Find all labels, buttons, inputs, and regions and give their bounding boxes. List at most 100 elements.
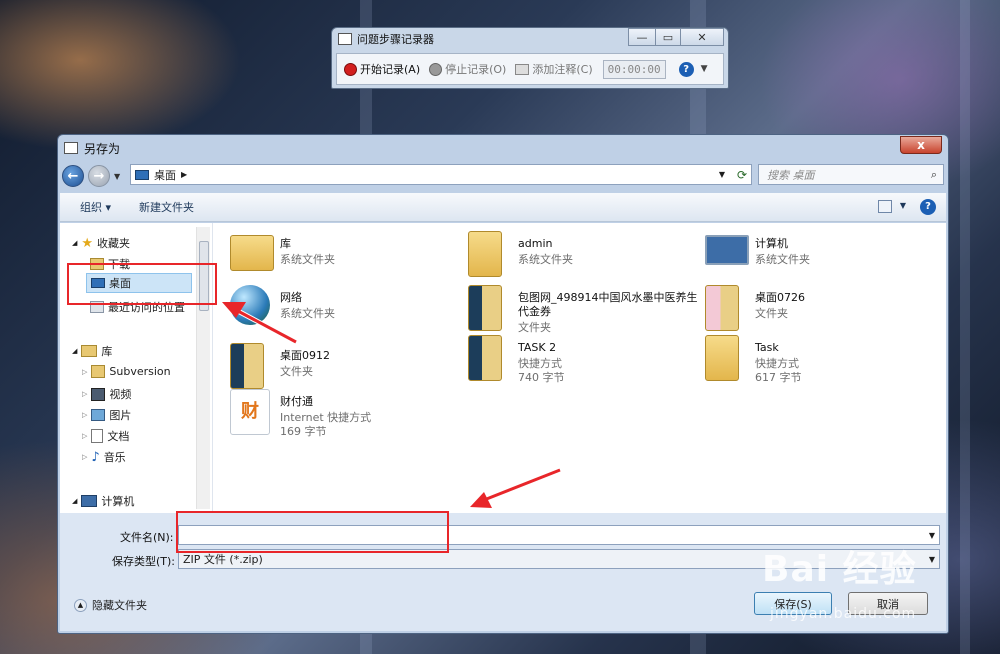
tree-item-favorites[interactable]: ◢ ★ 收藏夹: [72, 235, 130, 251]
computer-label: 计算机: [101, 495, 135, 508]
file-item[interactable]: TASK 2 快捷方式 740 字节: [468, 335, 698, 387]
folder-icon: [468, 285, 502, 331]
pictures-icon: [91, 409, 106, 421]
search-input[interactable]: 搜索 桌面 ⌕: [758, 164, 944, 185]
view-dropdown-icon[interactable]: ▼: [900, 201, 906, 210]
add-comment-button[interactable]: 添加注释(C): [512, 61, 595, 77]
minimize-button[interactable]: —: [628, 28, 656, 46]
address-dropdown-icon[interactable]: ▼: [719, 170, 725, 179]
tree-item-subversion[interactable]: ▷ Subversion: [82, 365, 171, 378]
file-type: 系统文件夹: [280, 253, 335, 266]
shortcut-folder-icon: [468, 335, 502, 381]
tree-item-documents[interactable]: ▷ 文档: [82, 428, 129, 444]
filename-dropdown-icon[interactable]: ▼: [929, 531, 935, 540]
start-record-button[interactable]: 开始记录(A): [341, 61, 423, 77]
baidu-watermark-url: jingyan.baidu.com: [770, 606, 917, 622]
breadcrumb-arrow-icon[interactable]: ▶: [181, 170, 187, 179]
user-folder-icon: [468, 231, 502, 277]
libraries-label: 库: [101, 345, 113, 358]
help-icon[interactable]: ?: [678, 61, 694, 77]
highlight-filename: [176, 511, 449, 553]
file-item[interactable]: 计算机 系统文件夹: [705, 231, 935, 283]
music-icon: ♪: [91, 449, 100, 465]
tree-item-videos[interactable]: ▷ 视频: [82, 386, 131, 402]
stop-record-label: 停止记录(O): [445, 63, 507, 76]
back-button[interactable]: ←: [62, 165, 84, 187]
documents-label: 文档: [107, 430, 130, 443]
organize-menu[interactable]: 组织 ▾: [80, 199, 111, 215]
annotation-text: 选择保存路径: [568, 460, 676, 481]
dialog-titlebar: 另存为: [58, 135, 948, 161]
file-type: 系统文件夹: [518, 253, 573, 266]
filetype-dropdown-icon[interactable]: ▼: [929, 555, 935, 564]
search-icon[interactable]: ⌕: [931, 168, 937, 182]
dialog-close-button[interactable]: x: [900, 136, 942, 154]
file-type: 快捷方式: [518, 357, 562, 370]
music-label: 音乐: [103, 451, 126, 464]
videos-label: 视频: [109, 388, 132, 401]
back-arrow-icon: ←: [67, 168, 79, 184]
file-item[interactable]: 网络 系统文件夹: [230, 285, 460, 337]
tree-item-pictures[interactable]: ▷ 图片: [82, 407, 131, 423]
recorder-toolbar: 开始记录(A) 停止记录(O) 添加注释(C) 00:00:00 ? ▼: [336, 53, 724, 85]
comment-icon: [515, 63, 530, 75]
file-type: 文件夹: [755, 307, 788, 320]
command-toolbar: 组织 ▾ 新建文件夹 ▼ ?: [60, 193, 946, 222]
file-item[interactable]: Task 快捷方式 617 字节: [705, 335, 935, 387]
tree-item-music[interactable]: ▷ ♪ 音乐: [82, 449, 126, 465]
highlight-desktop: [67, 263, 217, 305]
videos-icon: [91, 387, 106, 401]
hide-folders-label: 隐藏文件夹: [92, 599, 147, 612]
file-size: 617 字节: [755, 371, 802, 384]
record-icon: [344, 62, 357, 76]
file-type: 文件夹: [280, 365, 313, 378]
file-item[interactable]: 财 财付通 Internet 快捷方式 169 字节: [230, 389, 460, 441]
file-item[interactable]: 桌面0912 文件夹: [230, 343, 460, 395]
file-name: 桌面0726: [755, 291, 805, 304]
libraries-icon: [81, 345, 98, 357]
help-icon[interactable]: ?: [920, 199, 936, 215]
file-type: Internet 快捷方式: [280, 411, 372, 424]
library-folder-icon: [230, 235, 274, 271]
refresh-icon[interactable]: ⟳: [737, 168, 747, 182]
file-name: 库: [280, 237, 291, 250]
view-options-icon[interactable]: [878, 200, 892, 213]
file-type: 文件夹: [518, 321, 551, 334]
stop-record-button[interactable]: 停止记录(O): [426, 61, 509, 77]
file-name: 网络: [280, 291, 302, 304]
tree-item-computer[interactable]: ◢ 计算机: [72, 493, 134, 509]
file-item[interactable]: 库 系统文件夹: [230, 231, 460, 283]
dropdown-arrow-icon[interactable]: ▼: [701, 64, 708, 74]
expand-icon: ▷: [82, 390, 88, 398]
address-bar[interactable]: 桌面 ▶ ▼ ⟳: [130, 164, 752, 185]
star-icon: ★: [81, 235, 94, 251]
tree-item-libraries[interactable]: ◢ 库: [72, 343, 112, 359]
forward-arrow-icon: →: [93, 168, 105, 184]
record-timer: 00:00:00: [602, 59, 666, 79]
recorder-app-icon: [338, 33, 352, 45]
file-item[interactable]: 桌面0726 文件夹: [705, 285, 935, 337]
collapse-icon: ◢: [72, 239, 78, 247]
new-folder-button[interactable]: 新建文件夹: [139, 199, 194, 215]
file-name: admin: [518, 237, 553, 250]
maximize-button[interactable]: ▭: [655, 28, 681, 46]
navigation-row: ← → ▼ 桌面 ▶ ▼ ⟳ 搜索 桌面 ⌕: [62, 162, 944, 190]
file-name: Task: [755, 341, 779, 354]
start-record-label: 开始记录(A): [360, 63, 421, 76]
expand-icon: ▷: [82, 411, 88, 419]
computer-icon: [81, 495, 98, 507]
history-dropdown-icon[interactable]: ▼: [114, 172, 120, 181]
expand-icon: ▷: [82, 453, 88, 461]
steps-recorder-window: 问题步骤记录器 — ▭ ✕ 开始记录(A) 停止记录(O) 添加注释(C) 00…: [331, 27, 729, 89]
tenpay-shortcut-icon: 财: [230, 389, 270, 435]
subversion-icon: [91, 365, 106, 378]
close-icon: x: [917, 138, 925, 152]
file-item[interactable]: 包图网_498914中国风水墨中医养生代金券 文件夹: [468, 285, 698, 337]
close-button[interactable]: ✕: [680, 28, 724, 46]
subversion-label: Subversion: [109, 365, 171, 378]
file-item[interactable]: admin 系统文件夹: [468, 231, 698, 283]
forward-button[interactable]: →: [88, 165, 110, 187]
collapse-icon: ◢: [72, 497, 78, 505]
hide-folders-toggle[interactable]: ▲ 隐藏文件夹: [74, 597, 147, 613]
add-comment-label: 添加注释(C): [532, 63, 593, 76]
